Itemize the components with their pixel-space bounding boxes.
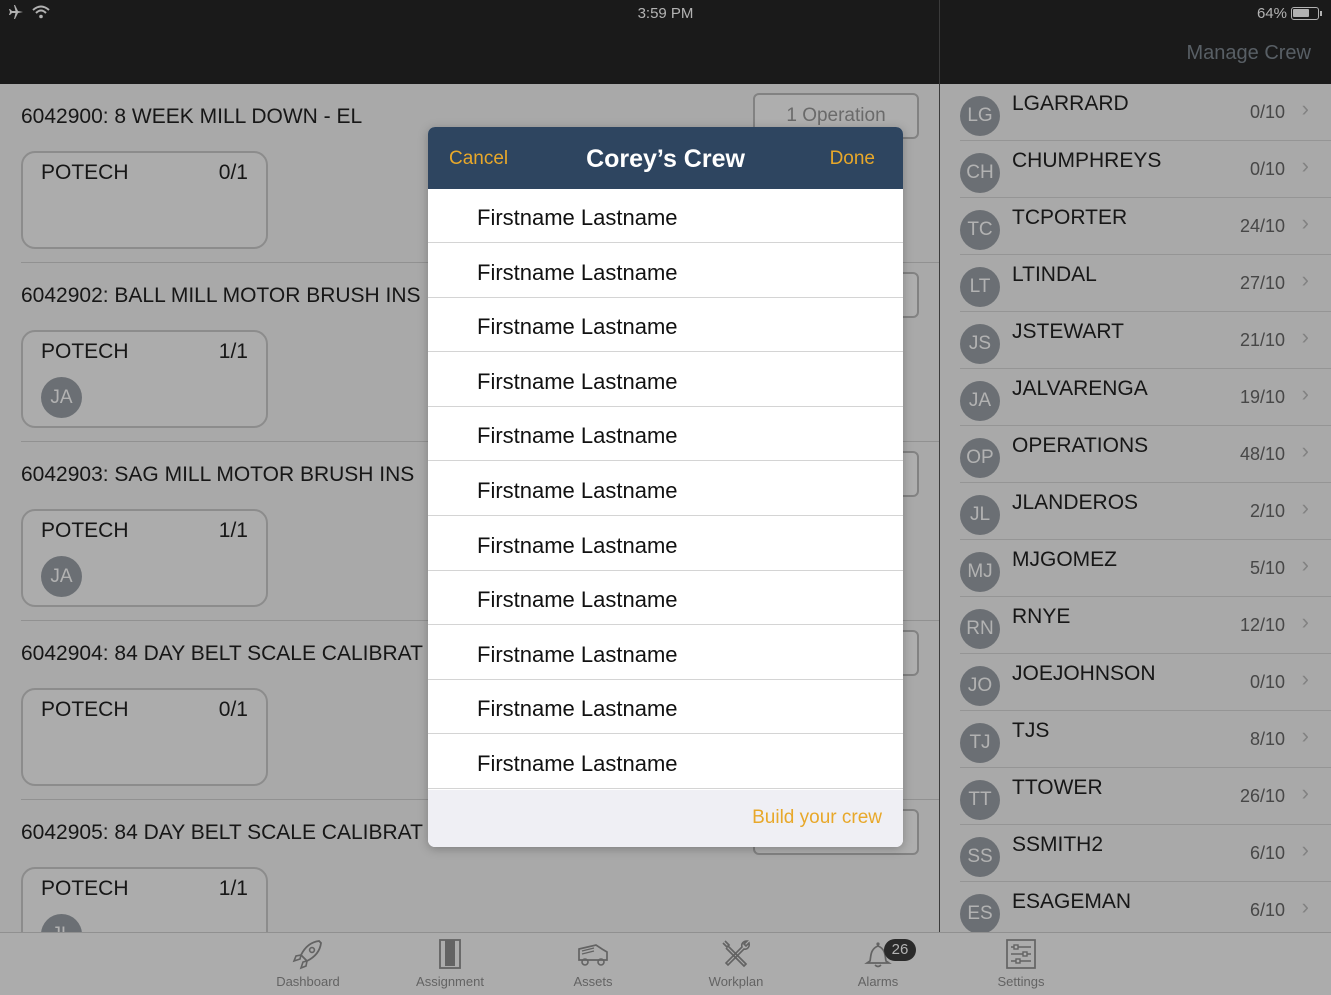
member-row[interactable]: Firstname Lastname [428, 517, 903, 571]
member-name: Firstname Lastname [477, 314, 678, 340]
member-name: Firstname Lastname [477, 751, 678, 776]
member-row[interactable]: Firstname Lastname [428, 571, 903, 626]
modal-footer: Build your crew [428, 790, 903, 847]
member-row[interactable]: Firstname Lastname [428, 407, 903, 462]
crew-modal: Cancel Corey’s Crew Done Firstname Lastn… [428, 127, 903, 847]
member-name: Firstname Lastname [477, 368, 678, 394]
member-name: Firstname Lastname [477, 696, 678, 722]
member-name: Firstname Lastname [477, 205, 678, 230]
member-row[interactable]: Firstname Lastname [428, 462, 903, 516]
member-row[interactable]: Firstname Lastname [428, 244, 903, 298]
modal-header: Cancel Corey’s Crew Done [428, 127, 903, 189]
build-crew-button[interactable]: Build your crew [752, 807, 882, 829]
member-name: Firstname Lastname [477, 478, 678, 503]
member-name: Firstname Lastname [477, 587, 678, 613]
member-row[interactable]: Firstname Lastname [428, 189, 903, 243]
member-name: Firstname Lastname [477, 423, 678, 449]
member-name: Firstname Lastname [477, 259, 678, 285]
member-row[interactable]: Firstname Lastname [428, 626, 903, 680]
member-name: Firstname Lastname [477, 532, 678, 558]
member-row[interactable]: Firstname Lastname [428, 735, 903, 789]
member-row[interactable]: Firstname Lastname [428, 680, 903, 735]
member-row[interactable]: Firstname Lastname [428, 298, 903, 353]
member-row[interactable]: Firstname Lastname [428, 353, 903, 407]
done-button[interactable]: Done [830, 148, 875, 170]
member-name: Firstname Lastname [477, 641, 678, 667]
